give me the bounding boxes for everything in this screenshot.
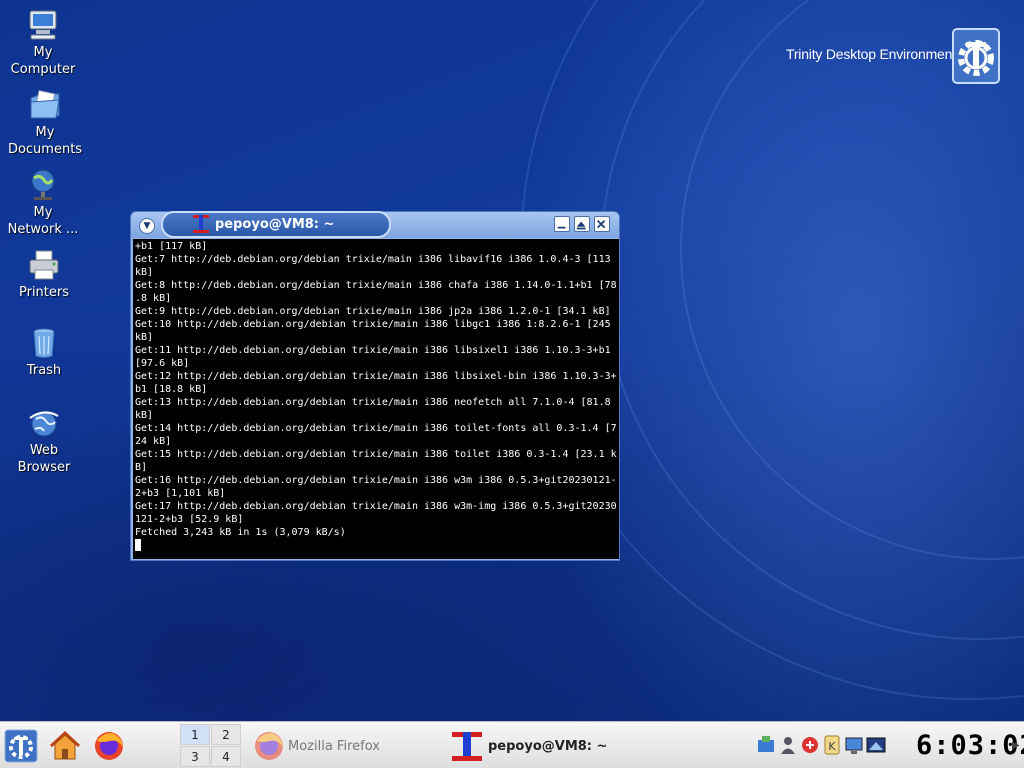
terminal-line: Get:17 http://deb.debian.org/debian trix…: [135, 501, 617, 512]
home-icon: [49, 730, 81, 760]
terminal-line: Get:13 http://deb.debian.org/debian trix…: [135, 397, 611, 408]
terminal-line: +b1 [117 kB]: [135, 241, 208, 252]
terminal-window[interactable]: ▼ pepoyo@VM8: ~ +b1 [117 kB] Get:7 http:/…: [130, 211, 620, 561]
close-button[interactable]: [594, 216, 610, 232]
users-tray-icon[interactable]: [778, 734, 798, 756]
desktop-icon-my-network[interactable]: My Network ...: [0, 168, 86, 238]
terminal-line: Get:9 http://deb.debian.org/debian trixi…: [135, 306, 611, 317]
globe-icon: [29, 411, 59, 437]
terminal-line: b1 [18.8 kB]: [135, 384, 208, 395]
desktop-icon-label: Printers: [18, 285, 70, 300]
desktop-pager: 1 2 3 4: [180, 724, 242, 768]
terminal-line: 2+b3 [1,101 kB]: [135, 488, 226, 499]
desktop-icon-label: My: [33, 45, 53, 60]
desktop-icon-trash[interactable]: Trash: [1, 326, 87, 379]
system-tray: K: [752, 730, 892, 760]
tde-gear-logo-icon: [952, 28, 1000, 84]
terminal-line: Get:10 http://deb.debian.org/debian trix…: [135, 319, 611, 330]
terminal-line: [97.6 kB]: [135, 358, 190, 369]
terminal-line: Get:7 http://deb.debian.org/debian trixi…: [135, 254, 611, 265]
terminal-output[interactable]: +b1 [117 kB] Get:7 http://deb.debian.org/…: [133, 239, 619, 559]
terminal-line: Get:15 http://deb.debian.org/debian trix…: [135, 449, 617, 460]
display-tray-icon[interactable]: [844, 734, 864, 756]
maximize-button[interactable]: [574, 216, 590, 232]
pager-desktop-4[interactable]: 4: [211, 746, 241, 767]
network-tray-icon[interactable]: [756, 734, 776, 756]
desktop-icon-label: Network ...: [7, 222, 79, 237]
network-globe-icon: [31, 169, 55, 200]
close-icon: [597, 220, 606, 229]
desktop-icon-label: My: [35, 125, 55, 140]
printer-icon: [29, 250, 59, 280]
terminal-title-tab[interactable]: pepoyo@VM8: ~: [161, 211, 391, 238]
firefox-icon: [255, 732, 283, 760]
terminal-line: B]: [135, 462, 148, 473]
computer-icon: [29, 10, 57, 40]
terminal-cursor-line: [135, 539, 617, 552]
task-firefox[interactable]: Mozilla Firefox: [252, 726, 432, 766]
terminal-line: Fetched 3,243 kB in 1s (3,079 kB/s): [135, 527, 346, 538]
firefox-launcher[interactable]: [92, 729, 126, 763]
desktop-icon-label: Web: [29, 443, 59, 458]
desktop-icon-label: My: [33, 205, 53, 220]
minimize-icon: [557, 226, 566, 229]
desktop-background[interactable]: My Computer My Documents My Network ... …: [0, 0, 1024, 721]
desktop-icon-printers[interactable]: Printers: [1, 248, 87, 301]
desktop-icon-label: Trash: [26, 363, 62, 378]
terminal-line: kB]: [135, 332, 154, 343]
desktop-icon-my-computer[interactable]: My Computer: [0, 8, 86, 78]
update-tray-icon[interactable]: [800, 734, 820, 756]
terminal-line: Get:14 http://deb.debian.org/debian trix…: [135, 423, 617, 434]
terminal-titlebar[interactable]: ▼ pepoyo@VM8: ~: [131, 211, 619, 238]
desktop-icon-label: Browser: [17, 460, 71, 475]
terminal-title: pepoyo@VM8: ~: [215, 217, 335, 232]
pager-desktop-2[interactable]: 2: [211, 724, 241, 745]
task-label: pepoyo@VM8: ~: [488, 739, 608, 754]
window-menu-button[interactable]: ▼: [139, 218, 155, 234]
tde-gear-logo-icon: [4, 729, 38, 763]
documents-folder-icon: [30, 89, 60, 119]
terminal-line: kB]: [135, 410, 154, 421]
terminal-t-icon: [193, 215, 209, 233]
pager-desktop-3[interactable]: 3: [180, 746, 210, 767]
klipper-tray-icon[interactable]: K: [822, 734, 842, 756]
tde-branding-text: Trinity Desktop Environment: [786, 46, 956, 62]
pager-desktop-1[interactable]: 1: [180, 724, 210, 745]
desktop-tray-icon[interactable]: [866, 734, 886, 756]
terminal-line: .8 kB]: [135, 293, 172, 304]
desktop-icon-web-browser[interactable]: Web Browser: [1, 406, 87, 476]
terminal-line: Get:12 http://deb.debian.org/debian trix…: [135, 371, 617, 382]
terminal-line: 121-2+b3 [52.9 kB]: [135, 514, 244, 525]
clock[interactable]: 6:03:02: [916, 730, 1024, 762]
task-label: Mozilla Firefox: [288, 739, 380, 754]
tde-menu-button[interactable]: [4, 729, 38, 763]
terminal-line: 24 kB]: [135, 436, 172, 447]
taskbar: 1 2 3 4 Mozilla Firefox pepoyo@VM8: ~ K …: [0, 721, 1024, 768]
terminal-line: Get:11 http://deb.debian.org/debian trix…: [135, 345, 611, 356]
terminal-cursor: [135, 539, 141, 551]
desktop-icon-label: Computer: [10, 62, 76, 77]
home-button[interactable]: [48, 729, 82, 763]
terminal-t-icon: [452, 732, 482, 761]
terminal-line: Get:8 http://deb.debian.org/debian trixi…: [135, 280, 617, 291]
task-terminal[interactable]: pepoyo@VM8: ~: [450, 726, 670, 766]
terminal-line: Get:16 http://deb.debian.org/debian trix…: [135, 475, 617, 486]
minimize-button[interactable]: [554, 216, 570, 232]
taskbar-expand-arrow-icon[interactable]: ▶: [1012, 740, 1020, 751]
firefox-icon: [95, 732, 123, 760]
maximize-icon: [576, 221, 586, 230]
terminal-line: kB]: [135, 267, 154, 278]
svg-text:K: K: [828, 740, 836, 753]
trash-icon: [33, 328, 55, 358]
desktop-icon-my-documents[interactable]: My Documents: [2, 88, 88, 158]
desktop-icon-label: Documents: [7, 142, 83, 157]
